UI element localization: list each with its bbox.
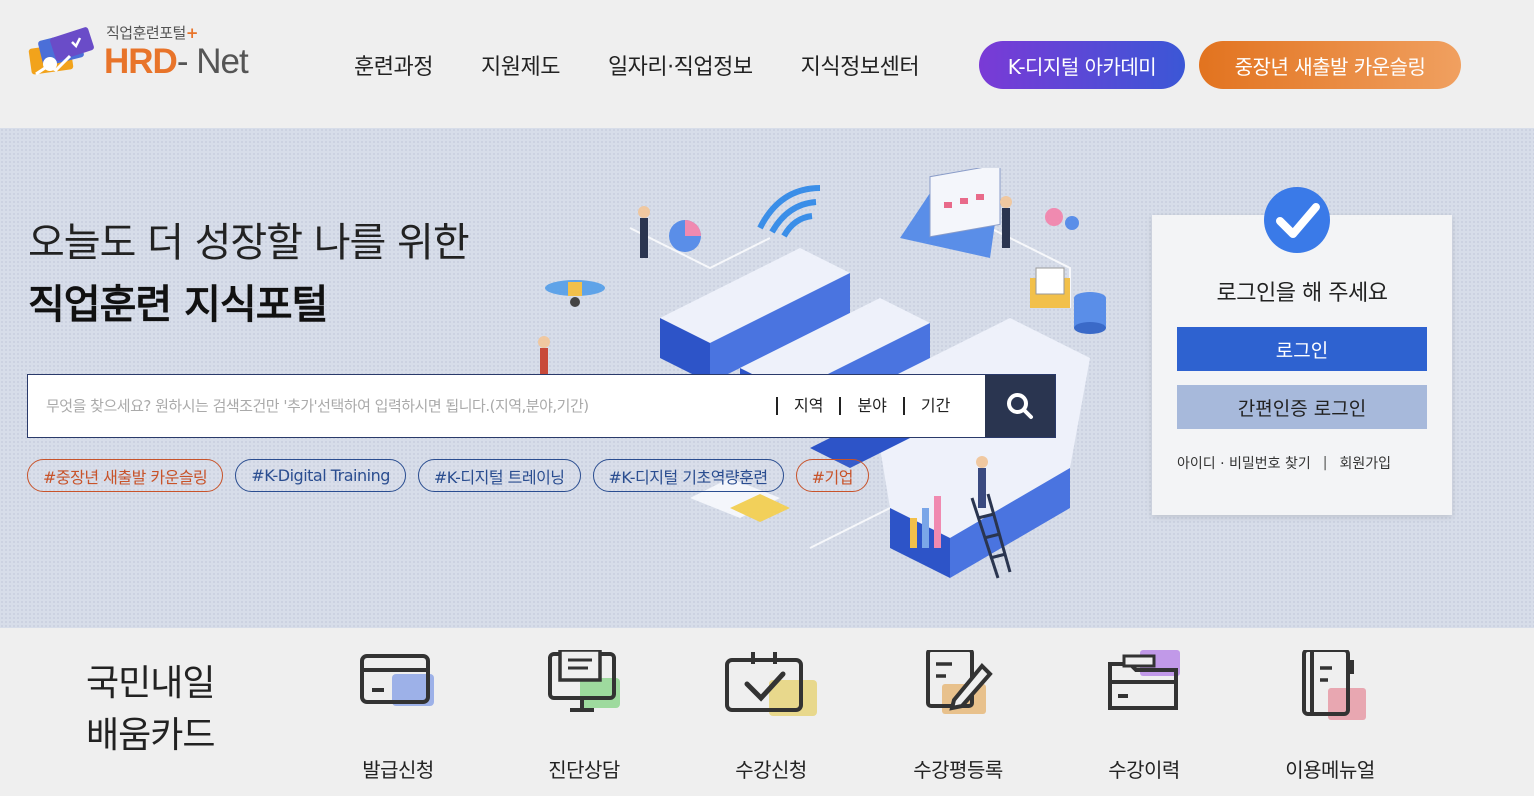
midcareer-counseling-button[interactable]: 중장년 새출발 카운슬링 xyxy=(1199,41,1461,89)
hashtag-midcareer-counseling[interactable]: #중장년 새출발 카운슬링 xyxy=(27,459,224,492)
login-links: 아이디 · 비밀번호 찾기 | 회원가입 xyxy=(1177,453,1391,473)
logo-plus: + xyxy=(185,24,199,42)
menu-label-review: 수강평등록 xyxy=(913,758,1003,782)
link-separator: | xyxy=(1322,455,1328,471)
menu-label-history: 수강이력 xyxy=(1108,758,1180,782)
logo-subtitle: 직업훈련포털 xyxy=(106,24,186,42)
card-icon xyxy=(360,654,434,706)
hashtag-list: #중장년 새출발 카운슬링 #K-Digital Training #K-디지털… xyxy=(27,459,881,492)
login-panel: 로그인을 해 주세요 로그인 간편인증 로그인 아이디 · 비밀번호 찾기 | … xyxy=(1152,187,1452,515)
learning-card-title-line2: 배움카드 xyxy=(86,715,215,756)
logo-hrd: HRD xyxy=(104,42,178,81)
main-nav: 훈련과정 지원제도 일자리·직업정보 지식정보센터 xyxy=(330,42,943,88)
hashtag-k-digital-training[interactable]: #K-Digital Training xyxy=(235,459,406,492)
header: 직업훈련포털+ HRD- Net 훈련과정 지원제도 일자리·직업정보 지식정보… xyxy=(0,0,1534,128)
menu-label-issue: 발급신청 xyxy=(362,758,434,782)
filter-field[interactable]: 분야 xyxy=(839,397,902,415)
menu-card-issue[interactable]: 발급신청 xyxy=(328,650,468,790)
menu-label-diagnosis: 진단상담 xyxy=(548,758,620,782)
menu-label-manual: 이용메뉴얼 xyxy=(1285,758,1375,782)
bottom-strip xyxy=(0,796,1534,802)
menu-label-enroll: 수강신청 xyxy=(735,758,807,782)
search-filters: 지역 분야 기간 xyxy=(776,375,966,437)
nav-training-courses[interactable]: 훈련과정 xyxy=(354,49,433,81)
hrd-net-logo[interactable]: 직업훈련포털+ HRD- Net xyxy=(26,20,276,84)
hashtag-company[interactable]: #기업 xyxy=(795,459,869,492)
hashtag-k-digital-basic[interactable]: #K-디지털 기초역량훈련 xyxy=(592,459,784,492)
search-button[interactable] xyxy=(985,375,1055,437)
login-message: 로그인을 해 주세요 xyxy=(1216,281,1388,306)
hashtag-k-digital-training-kr[interactable]: #K-디지털 트레이닝 xyxy=(417,459,581,492)
hero-section: 오늘도 더 성장할 나를 위한 직업훈련 지식포털 무엇을 찾으세요? 원하시는… xyxy=(0,128,1534,628)
check-circle-icon xyxy=(1264,187,1330,253)
nav-support-system[interactable]: 지원제도 xyxy=(481,49,560,81)
hero-title-line1: 오늘도 더 성장할 나를 위한 xyxy=(28,220,470,266)
menu-review[interactable]: 수강평등록 xyxy=(888,650,1028,790)
easy-auth-login-button[interactable]: 간편인증 로그인 xyxy=(1177,385,1427,429)
nav-job-info[interactable]: 일자리·직업정보 xyxy=(608,49,753,81)
menu-manual[interactable]: 이용메뉴얼 xyxy=(1260,650,1400,790)
hero-title-line2: 직업훈련 지식포털 xyxy=(28,282,328,328)
signup-link[interactable]: 회원가입 xyxy=(1339,453,1391,473)
nav-knowledge-center[interactable]: 지식정보센터 xyxy=(801,49,920,81)
book-icon xyxy=(1302,650,1366,720)
learning-card-section: 국민내일 배움카드 발급신청 진단상담 수강신청 수강평등록 수강이력 이용메뉴… xyxy=(0,628,1534,796)
search-icon xyxy=(1007,393,1033,419)
menu-diagnosis[interactable]: 진단상담 xyxy=(514,650,654,790)
edit-icon xyxy=(926,650,993,714)
wifi-icon xyxy=(757,185,821,238)
menu-enroll[interactable]: 수강신청 xyxy=(701,650,841,790)
k-digital-academy-button[interactable]: K-디지털 아카데미 xyxy=(979,41,1185,89)
find-account-link[interactable]: 아이디 · 비밀번호 찾기 xyxy=(1177,453,1311,473)
logo-mark-icon xyxy=(28,27,94,76)
learning-card-title: 국민내일 배움카드 xyxy=(86,658,215,762)
folder-icon xyxy=(1108,650,1180,710)
filter-region[interactable]: 지역 xyxy=(776,397,839,415)
learning-card-title-line1: 국민내일 xyxy=(86,663,215,704)
login-button[interactable]: 로그인 xyxy=(1177,327,1427,371)
search-bar: 지역 분야 기간 xyxy=(27,374,1056,438)
menu-history[interactable]: 수강이력 xyxy=(1074,650,1214,790)
checkbox-icon xyxy=(725,652,817,716)
monitor-icon xyxy=(548,650,620,712)
logo-net: - Net xyxy=(176,42,249,81)
search-input[interactable] xyxy=(28,375,768,437)
filter-period[interactable]: 기간 xyxy=(902,397,966,415)
